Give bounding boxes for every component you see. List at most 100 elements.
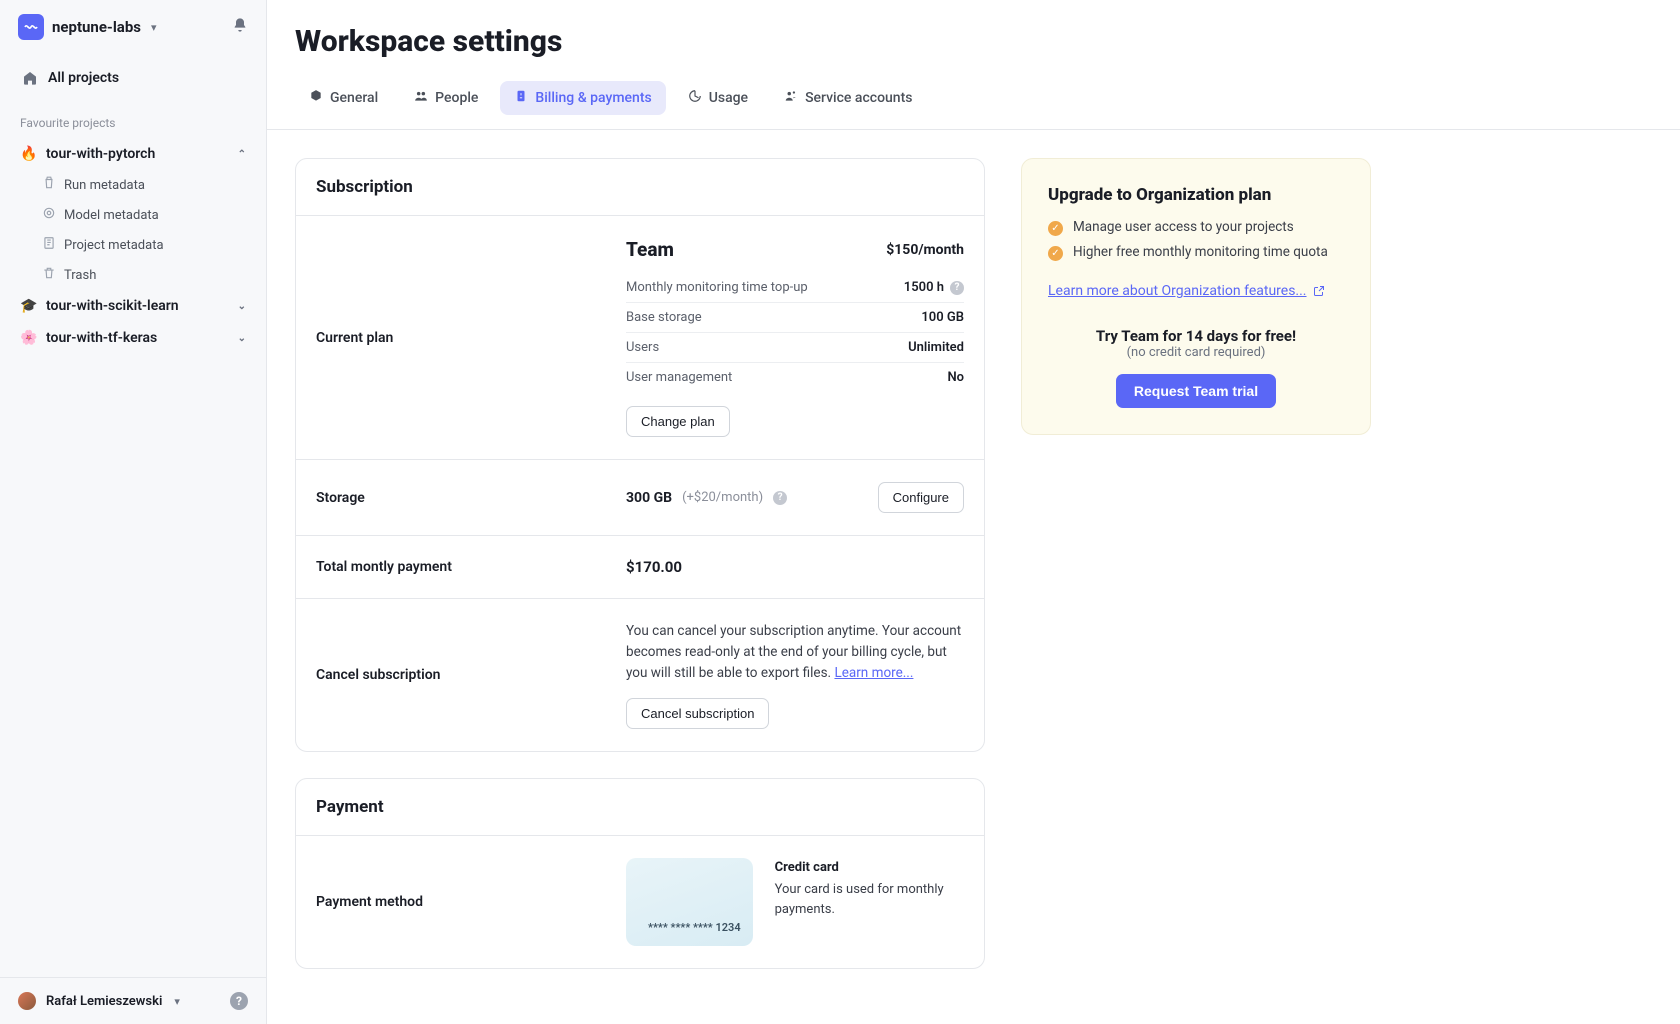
plan-detail-value: 1500 h ? xyxy=(904,280,964,295)
project-name: tour-with-scikit-learn xyxy=(46,298,179,314)
settings-tabs: General People Billing & payments Usage Serv… xyxy=(267,81,1680,130)
plan-detail-value: No xyxy=(947,370,964,385)
project-name: tour-with-tf-keras xyxy=(46,330,157,346)
plan-price: $150/month xyxy=(886,242,964,258)
tab-icon xyxy=(414,89,428,107)
tab-usage[interactable]: Usage xyxy=(674,81,762,115)
upgrade-feature: ✓Higher free monthly monitoring time quo… xyxy=(1048,244,1344,261)
upgrade-feature-text: Manage user access to your projects xyxy=(1073,219,1294,235)
workspace-name: neptune-labs xyxy=(52,18,141,36)
tab-billing-payments[interactable]: Billing & payments xyxy=(500,81,665,115)
plan-detail-key: User management xyxy=(626,370,732,385)
project-emoji-icon: 🔥 xyxy=(20,146,38,162)
home-icon xyxy=(22,70,38,86)
tab-label: People xyxy=(435,90,478,106)
chevron-down-icon: ▾ xyxy=(151,21,157,34)
favourites-label: Favourite projects xyxy=(0,102,266,138)
tab-icon xyxy=(514,89,528,107)
project-name: tour-with-pytorch xyxy=(46,146,155,162)
plan-detail-key: Users xyxy=(626,340,659,355)
project-emoji-icon: 🎓 xyxy=(20,298,38,314)
subitem-icon xyxy=(42,236,56,254)
tab-people[interactable]: People xyxy=(400,81,492,115)
plan-name: Team xyxy=(626,238,674,261)
total-value: $170.00 xyxy=(626,558,682,576)
cancel-description: You can cancel your subscription anytime… xyxy=(626,621,964,684)
payment-heading: Payment xyxy=(296,779,984,836)
request-trial-button[interactable]: Request Team trial xyxy=(1116,374,1276,408)
chevron-up-icon: ⌃ xyxy=(238,149,246,160)
help-icon[interactable]: ? xyxy=(950,281,964,295)
project-subitem[interactable]: Run metadata xyxy=(0,170,266,200)
avatar xyxy=(18,992,36,1010)
credit-card-description: Credit card Your card is used for monthl… xyxy=(775,858,964,946)
project-item[interactable]: 🔥 tour-with-pytorch ⌃ xyxy=(0,138,266,170)
check-icon: ✓ xyxy=(1048,221,1063,236)
tab-icon xyxy=(688,89,702,107)
subitem-label: Trash xyxy=(64,268,96,283)
storage-extra: (+$20/month) xyxy=(682,490,763,505)
subitem-label: Model metadata xyxy=(64,208,159,223)
tab-label: General xyxy=(330,90,378,106)
plan-detail-value: 100 GB xyxy=(921,310,964,325)
project-subitem[interactable]: Trash xyxy=(0,260,266,290)
cancel-subscription-button[interactable]: Cancel subscription xyxy=(626,698,769,729)
upgrade-learn-more-link[interactable]: Learn more about Organization features..… xyxy=(1048,283,1325,299)
subitem-icon xyxy=(42,176,56,194)
workspace-switcher[interactable]: neptune-labs ▾ xyxy=(0,0,266,54)
tab-label: Service accounts xyxy=(805,90,912,106)
plan-detail-key: Base storage xyxy=(626,310,702,325)
cancel-learn-more-link[interactable]: Learn more... xyxy=(834,665,913,681)
subitem-label: Project metadata xyxy=(64,238,164,253)
total-label: Total montly payment xyxy=(316,558,626,576)
plan-detail-value: Unlimited xyxy=(908,340,964,355)
payment-card: Payment Payment method **** **** **** 12… xyxy=(295,778,985,969)
user-footer[interactable]: Rafał Lemieszewski ▾ ? xyxy=(0,977,266,1024)
chevron-down-icon: ⌄ xyxy=(238,301,246,312)
subitem-icon xyxy=(42,266,56,284)
trial-headline: Try Team for 14 days for free! xyxy=(1048,327,1344,345)
sidebar: neptune-labs ▾ All projects Favourite pr… xyxy=(0,0,267,1024)
external-link-icon xyxy=(1313,285,1325,297)
plan-detail-key: Monthly monitoring time top-up xyxy=(626,280,808,295)
check-icon: ✓ xyxy=(1048,246,1063,261)
project-item[interactable]: 🎓 tour-with-scikit-learn ⌄ xyxy=(0,290,266,322)
plan-detail-row: Base storage 100 GB xyxy=(626,303,964,333)
project-emoji-icon: 🌸 xyxy=(20,330,38,346)
project-item[interactable]: 🌸tour-with-tf-keras⌄ xyxy=(0,322,266,354)
upgrade-title: Upgrade to Organization plan xyxy=(1048,185,1344,205)
card-number: **** **** **** 1234 xyxy=(638,921,741,934)
help-icon[interactable]: ? xyxy=(230,992,248,1010)
upgrade-feature: ✓ Manage user access to your projects xyxy=(1048,219,1344,236)
page-title: Workspace settings xyxy=(295,24,1652,59)
upgrade-card: Upgrade to Organization plan ✓ Manage use… xyxy=(1021,158,1371,435)
tab-label: Billing & payments xyxy=(535,90,651,106)
user-name: Rafał Lemieszewski xyxy=(46,994,162,1009)
main-content: Workspace settings General People Billing … xyxy=(267,0,1680,1024)
project-subitem[interactable]: Model metadata xyxy=(0,200,266,230)
notifications-icon[interactable] xyxy=(232,17,248,37)
tab-icon xyxy=(784,89,798,107)
plan-detail-row: Monthly monitoring time top-up 1500 h ? xyxy=(626,273,964,303)
subitem-icon xyxy=(42,206,56,224)
cancel-label: Cancel subscription xyxy=(316,621,626,729)
configure-storage-button[interactable]: Configure xyxy=(878,482,964,513)
storage-label: Storage xyxy=(316,482,626,513)
tab-icon xyxy=(309,89,323,107)
tab-label: Usage xyxy=(709,90,748,106)
credit-card-preview: **** **** **** 1234 xyxy=(626,858,753,946)
plan-detail-row: User management No xyxy=(626,363,964,392)
payment-method-label: Payment method xyxy=(316,858,626,946)
subscription-heading: Subscription xyxy=(296,159,984,216)
subitem-label: Run metadata xyxy=(64,178,145,193)
current-plan-label: Current plan xyxy=(316,238,626,437)
tab-general[interactable]: General xyxy=(295,81,392,115)
nav-all-projects[interactable]: All projects xyxy=(0,60,266,96)
project-subitem[interactable]: Project metadata xyxy=(0,230,266,260)
chevron-down-icon: ▾ xyxy=(174,995,180,1008)
tab-service-accounts[interactable]: Service accounts xyxy=(770,81,926,115)
trial-subtext: (no credit card required) xyxy=(1048,345,1344,360)
subscription-card: Subscription Current plan Team $150/mont… xyxy=(295,158,985,752)
help-icon[interactable]: ? xyxy=(773,491,787,505)
change-plan-button[interactable]: Change plan xyxy=(626,406,730,437)
